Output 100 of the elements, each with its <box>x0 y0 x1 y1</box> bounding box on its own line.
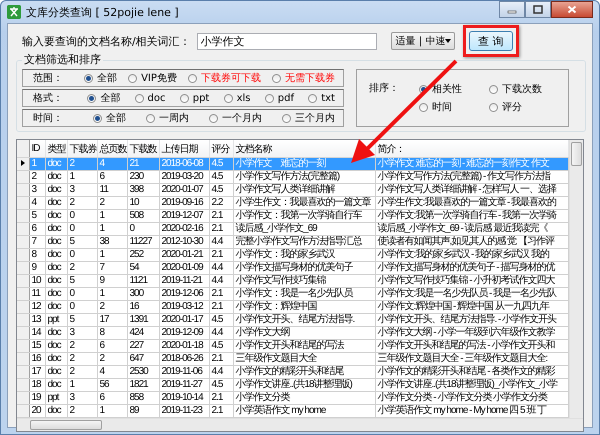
radio-label[interactable]: 全部 <box>97 71 118 85</box>
table-cell: doc <box>45 366 67 378</box>
maximize-button[interactable] <box>525 1 551 18</box>
table-cell: 2.1 <box>209 392 233 404</box>
table-row[interactable]: 15 doc 2 6 227 2020-01-18 4.5 小学作文开头和结尾的写法 小学作文开头和结尾的写法 - 小学作文开头和 <box>17 340 569 352</box>
table-cell: 小学作文:我是一名少先队员 - 我是一名少先队 <box>375 288 569 300</box>
radio-label[interactable]: txt <box>321 92 335 104</box>
radio-label[interactable]: 时间 <box>432 100 452 114</box>
table-cell: 4.5 <box>209 378 233 392</box>
table-cell: 小学作文的精彩开头和结尾 - 各类作文的精彩 <box>375 366 569 378</box>
column-header[interactable]: 简介： <box>375 140 569 158</box>
radio-label[interactable]: 三个月内 <box>295 111 335 125</box>
radio-label[interactable]: 评分 <box>502 100 522 114</box>
radio-label[interactable]: xls <box>236 92 250 104</box>
table-cell: 17 <box>97 314 127 326</box>
table-row[interactable]: 16 doc 2 2 647 2018-06-26 2.1 三年级作文题目大全 三年级作文题目大全 - 三年级作文题目大全: <box>17 352 569 366</box>
table-cell: 2 <box>67 352 97 366</box>
radio-label[interactable]: 一周内 <box>159 111 189 125</box>
table-cell: 小学作文开头、结尾方法指导. - 小学作文开头 <box>375 314 569 326</box>
table-cell: 0 <box>67 210 97 222</box>
radio-label[interactable]: ppt <box>192 92 210 104</box>
table-row[interactable]: 6 doc 0 1 0 2020-02-16 2.1 读后感_小学作文_69 读后感_小学作文_69 - 读后感 最近我读完《 <box>17 222 569 236</box>
table-row[interactable]: 18 doc 1 56 1821 2019-11-27 4.5 小学作文讲座..(共18讲整理版) 小学作文讲座..(共18讲整理版)_小学作文_小学 <box>17 378 569 392</box>
radio-button[interactable] <box>282 114 291 122</box>
table-cell: 2 <box>67 196 97 210</box>
radio-button[interactable] <box>146 114 155 122</box>
table-row[interactable]: 12 doc 0 2 16 2019-03-12 2.1 小学作文：辉煌中国 小学作文:辉煌中国 - 辉煌中国 从一九四九年 <box>17 300 569 314</box>
horizontal-scrollbar[interactable] <box>17 418 583 431</box>
radio-button[interactable] <box>209 114 218 122</box>
table-cell: 7 <box>97 262 127 274</box>
radio-button[interactable] <box>224 94 233 102</box>
table-row[interactable]: 10 doc 5 9 1121 2019-11-21 4.4 小学作文写作技巧集锦 小学作文写作技巧集锦 - 小升初考试作文四大 <box>17 274 569 288</box>
table-cell: 2.2 <box>209 196 233 210</box>
radio-label[interactable]: 全部 <box>106 111 126 125</box>
column-header[interactable]: 下载数 <box>127 140 159 158</box>
table-cell: 2.1 <box>209 288 233 300</box>
table-cell: doc <box>45 288 67 300</box>
table-cell: 4.5 <box>209 184 233 196</box>
radio-button[interactable] <box>128 74 138 82</box>
column-header[interactable]: 类型 <box>45 140 67 158</box>
table-cell: 小学作文写人类详细讲解 - 怎样写人 一、选择 <box>375 184 569 196</box>
radio-button[interactable] <box>272 74 281 82</box>
close-button[interactable] <box>551 1 593 18</box>
table-row[interactable]: 9 doc 2 7 54 2020-01-09 4.4 小学作文描写身材的优美句子 小学作文描写身材的优美句子 - 描写身材的优 <box>17 262 569 274</box>
table-row[interactable]: 2 doc 1 6 230 2019-03-20 4.5 小学作文写作方法(完整篇) 小学作文写作方法(完整篇) - 作文写作方法指 <box>17 170 569 184</box>
table-cell: 小学作文：我第一次学骑自行车 <box>233 210 375 222</box>
table-cell: 16 <box>127 300 159 314</box>
table-cell: 小学作文:我的家乡武汉 - 我的家乡武汉 我的 <box>375 248 569 262</box>
column-header[interactable]: 下载券 <box>67 140 97 158</box>
table-cell: ppt <box>45 392 67 404</box>
radio-label[interactable]: 相关性 <box>432 82 462 96</box>
table-cell: 2020-01-21 <box>159 248 209 262</box>
table-row[interactable]: 19 ppt 3 6 858 2019-10-14 2.1 小学作文分类 小学作文分类 - 小学作文分类 小学作文分类 <box>17 392 569 404</box>
table-cell: 0 <box>67 222 97 236</box>
minimize-button[interactable] <box>499 1 525 18</box>
column-header[interactable]: 总页数 <box>97 140 127 158</box>
table-row[interactable]: 17 doc 2 4 2530 2019-11-06 4.4 小学作文的精彩开头和结尾 小学作文的精彩开头和结尾 - 各类作文的精彩 <box>17 366 569 378</box>
table-cell: 12 <box>29 300 45 314</box>
radio-button[interactable] <box>264 94 274 102</box>
radio-button[interactable] <box>489 84 498 94</box>
search-field[interactable]: 小学作文 <box>196 32 377 50</box>
table-cell: doc <box>45 170 67 184</box>
radio-button[interactable] <box>87 94 96 102</box>
table-row[interactable]: 4 doc 2 2 10 2019-09-16 2.2 小学生作文：我最喜欢的一篇文章 小学生作文:我最喜欢的一篇文章 - 我最喜欢的 <box>17 196 569 210</box>
table-row[interactable]: 11 doc 0 1 300 2019-12-06 2.1 小学作文：我是一名少先队员 小学作文:我是一名少先队员 - 我是一名少先队 <box>17 288 569 300</box>
radio-button[interactable] <box>93 114 102 122</box>
column-header[interactable]: ID <box>29 140 45 158</box>
table-cell: 小学作文大纲 <box>233 326 375 340</box>
table-cell: 小学作文开头、结尾方法指导. <box>233 314 375 326</box>
radio-label[interactable]: 全部 <box>100 91 120 105</box>
table-cell: 11 <box>29 288 45 300</box>
radio-label[interactable]: 下载次数 <box>502 82 542 96</box>
radio-label[interactable]: 下载券可下载 <box>200 71 261 85</box>
table-row[interactable]: 5 doc 0 1 508 2019-12-07 2.1 小学作文：我第一次学骑自行车 小学作文:我第一次学骑自行车 - 我第一次学骑 <box>17 210 569 222</box>
table-row[interactable]: 8 doc 0 1 252 2020-01-21 2.1 小学作文：我的家乡武汉 小学作文:我的家乡武汉 - 我的家乡武汉 我的 <box>17 248 569 262</box>
table-row[interactable]: 14 doc 3 8 424 2019-12-09 4.4 小学作文大纲 小学作文大纲 - 小学一年级到六年级作文教学 <box>17 326 569 340</box>
radio-button[interactable] <box>180 94 189 102</box>
radio-button[interactable] <box>134 94 144 102</box>
table-cell: doc <box>45 248 67 262</box>
radio-button[interactable] <box>489 102 498 112</box>
speed-dropdown[interactable]: 适量 | 中速 <box>390 32 455 50</box>
table-row[interactable]: 7 doc 5 38 11227 2012-10-30 4.4 完整小学作文写作方法指导汇总 使读者有如闻其声,如见其人的感 觉 【习作评 <box>17 236 569 248</box>
table-row[interactable]: 13 ppt 5 17 1391 2020-01-17 4.5 小学作文开头、结尾方法指导. 小学作文开头、结尾方法指导. - 小学作文开头 <box>17 314 569 326</box>
radio-label[interactable]: VIP免费 <box>141 71 177 85</box>
filter-label: 范围： <box>33 72 64 85</box>
radio-button[interactable] <box>84 74 94 82</box>
radio-label[interactable]: 一个月内 <box>222 111 262 125</box>
radio-label[interactable]: 无需下载券 <box>284 71 335 85</box>
table-cell: 2020-01-07 <box>159 184 209 196</box>
vertical-scrollbar[interactable] <box>569 140 583 418</box>
radio-button[interactable] <box>308 94 318 102</box>
column-header[interactable]: 上传日期 <box>159 140 209 158</box>
table-cell: 2 <box>97 352 127 366</box>
radio-label[interactable]: doc <box>148 92 166 104</box>
column-header[interactable]: 评分 <box>209 140 233 158</box>
table-row[interactable]: 3 doc 3 11 398 2020-01-07 4.5 小学作文写人类详细讲解 小学作文写人类详细讲解 - 怎样写人 一、选择 <box>17 184 569 196</box>
query-button[interactable]: 查 询 <box>468 31 513 51</box>
radio-button[interactable] <box>419 102 428 112</box>
radio-label[interactable]: pdf <box>278 92 294 104</box>
radio-button[interactable] <box>188 74 197 82</box>
